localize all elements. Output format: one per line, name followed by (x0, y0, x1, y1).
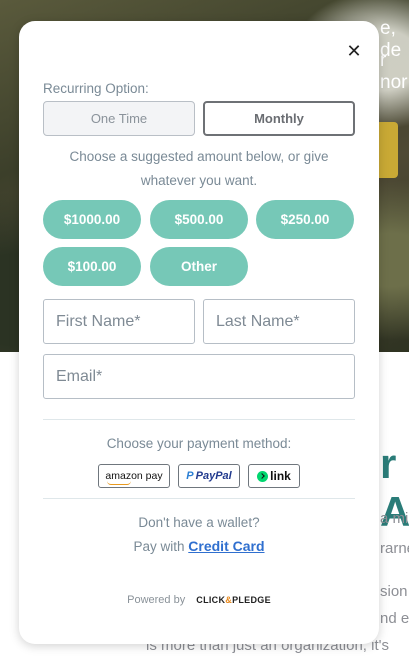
amount-100-button[interactable]: $100.00 (43, 247, 141, 286)
link-pay-button[interactable]: link (248, 464, 300, 488)
divider (43, 419, 355, 420)
recurring-option-label: Recurring Option: (43, 81, 149, 96)
monthly-button[interactable]: Monthly (203, 101, 355, 136)
credit-card-link[interactable]: Credit Card (188, 538, 264, 554)
last-name-field[interactable] (203, 299, 355, 344)
amount-500-button[interactable]: $500.00 (150, 200, 248, 239)
amount-1000-button[interactable]: $1000.00 (43, 200, 141, 239)
section-paragraph-line: a mis (380, 510, 409, 527)
payment-method-label: Choose your payment method: (106, 436, 292, 451)
first-name-field[interactable] (43, 299, 195, 344)
paypal-icon: P (186, 470, 194, 482)
paypal-button[interactable]: P PayPal (178, 464, 240, 488)
section-paragraph-line: nd e (380, 610, 409, 627)
click-and-pledge-logo[interactable]: CLICK&PLEDGE (196, 595, 271, 605)
divider (43, 498, 355, 499)
logo-word-click: CLICK (196, 595, 226, 605)
no-wallet-text: Don't have a wallet? (138, 515, 260, 530)
one-time-button[interactable]: One Time (43, 101, 195, 136)
pay-with-line: Pay with Credit Card (43, 538, 355, 554)
logo-word-pledge: PLEDGE (232, 595, 271, 605)
section-paragraph-line: sion (380, 583, 408, 600)
powered-by: Powered by CLICK&PLEDGE (43, 594, 355, 606)
close-icon[interactable]: ✕ (344, 41, 364, 61)
paypal-label: PayPal (195, 470, 232, 482)
link-label: link (270, 469, 291, 483)
hero-text-line-2: r nor (380, 50, 408, 93)
amazon-pay-button[interactable]: amazon pay (98, 464, 170, 488)
amount-other-button[interactable]: Other (150, 247, 248, 286)
section-paragraph-line: rarne (380, 540, 409, 557)
powered-by-text: Powered by (127, 594, 186, 606)
amount-250-button[interactable]: $250.00 (256, 200, 354, 239)
amazon-smile-icon (107, 481, 132, 485)
donation-modal: ✕ Recurring Option: One Time Monthly Cho… (19, 21, 379, 644)
email-field[interactable] (43, 354, 355, 399)
pay-with-text: Pay with (133, 539, 185, 554)
suggest-amount-text: Choose a suggested amount below, or give… (69, 149, 329, 188)
amazon-pay-logo: amazon pay (105, 470, 163, 485)
link-arrow-icon (257, 470, 269, 482)
